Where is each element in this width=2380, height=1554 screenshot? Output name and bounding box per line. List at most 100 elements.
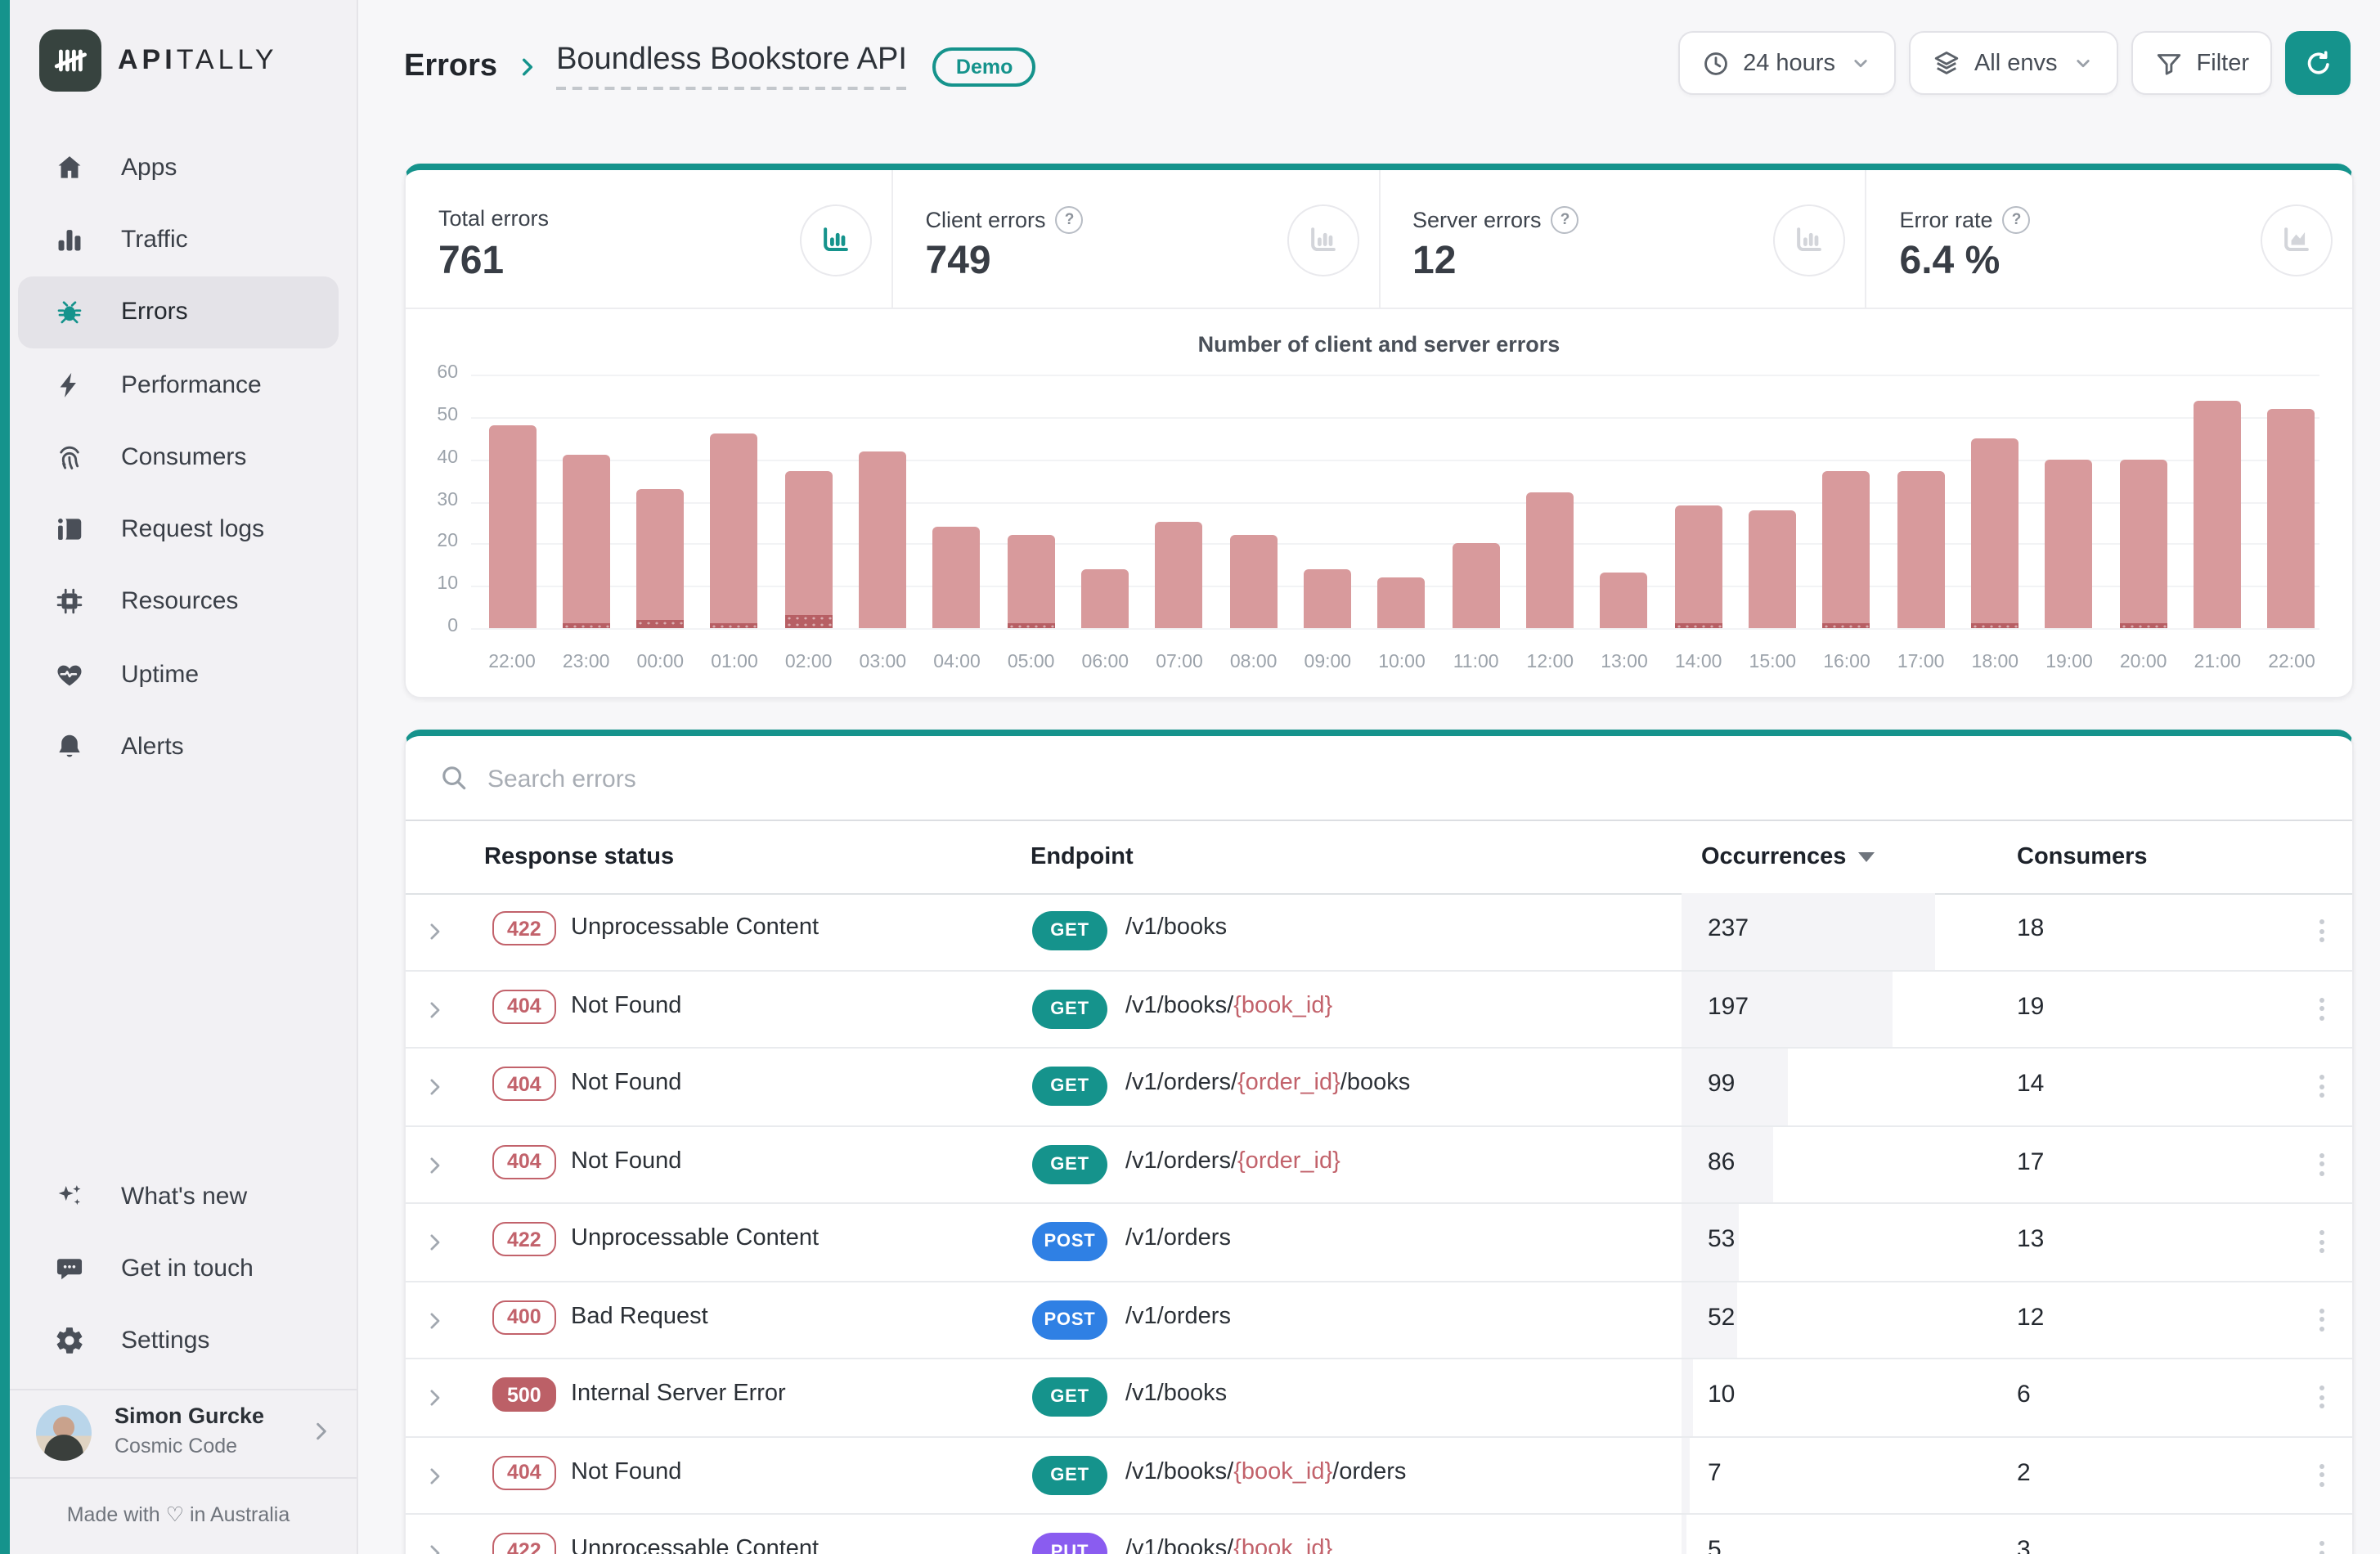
refresh-button[interactable]: [2285, 31, 2351, 95]
expand-chevron-icon[interactable]: [422, 1152, 447, 1177]
barchart-icon[interactable]: [1774, 204, 1846, 276]
sidebar-item-performance[interactable]: Performance: [18, 348, 339, 421]
x-axis-tick: 06:00: [1067, 653, 1143, 672]
server-errors-segment: [636, 620, 684, 628]
chart-bar-18:00: [1971, 438, 2019, 629]
x-axis-tick: 10:00: [1364, 653, 1439, 672]
row-menu-button[interactable]: [2310, 1225, 2333, 1258]
filter-button[interactable]: Filter: [2131, 31, 2272, 95]
fingerprint-icon: [54, 442, 85, 473]
column-header-endpoint[interactable]: Endpoint: [1031, 820, 1134, 893]
expand-chevron-icon[interactable]: [422, 1386, 447, 1410]
sidebar-item-traffic[interactable]: Traffic: [18, 204, 339, 276]
sidebar-item-label: Performance: [121, 371, 262, 398]
errors-overview-card: Total errors761Client errors?749Server e…: [404, 164, 2354, 698]
logo[interactable]: APITALLY: [39, 29, 278, 92]
areachart-icon[interactable]: [2261, 204, 2333, 276]
consumers-count: 13: [2017, 1225, 2044, 1253]
row-menu-button[interactable]: [2310, 1458, 2333, 1491]
sidebar-item-consumers[interactable]: Consumers: [18, 420, 339, 493]
chart-bar-22:00: [2268, 408, 2315, 628]
x-axis-tick: 04:00: [919, 653, 995, 672]
row-menu-button[interactable]: [2310, 1148, 2333, 1180]
sidebar-item-resources[interactable]: Resources: [18, 566, 339, 639]
x-axis-tick: 22:00: [474, 653, 550, 672]
breadcrumb-app-selector[interactable]: Boundless Bookstore API: [556, 43, 907, 90]
sidebar-item-uptime[interactable]: Uptime: [18, 638, 339, 711]
status-code-badge: 404: [492, 1455, 556, 1489]
expand-chevron-icon[interactable]: [422, 1541, 447, 1554]
chart-bar-19:00: [2045, 459, 2093, 628]
help-icon[interactable]: ?: [2003, 206, 2031, 234]
row-menu-button[interactable]: [2310, 914, 2333, 947]
gridline: [471, 628, 2319, 630]
barchart-icon[interactable]: [800, 204, 872, 276]
path-parameter: {book_id}: [1233, 1536, 1332, 1554]
table-row[interactable]: 422Unprocessable ContentGET/v1/books2371…: [406, 893, 2352, 971]
row-menu-button[interactable]: [2310, 1536, 2333, 1554]
expand-chevron-icon[interactable]: [422, 997, 447, 1022]
sidebar-item-request-logs[interactable]: Request logs: [18, 493, 339, 566]
y-axis-tick: 10: [406, 574, 458, 594]
client-errors-segment: [1304, 569, 1351, 628]
chart-bar-00:00: [636, 489, 684, 629]
row-menu-button[interactable]: [2310, 1303, 2333, 1336]
expand-chevron-icon[interactable]: [422, 919, 447, 944]
consumers-count: 14: [2017, 1070, 2044, 1098]
table-row[interactable]: 500Internal Server ErrorGET/v1/books106: [406, 1359, 2352, 1437]
expand-chevron-icon[interactable]: [422, 1230, 447, 1255]
column-header-response-status[interactable]: Response status: [484, 820, 674, 893]
barchart-icon[interactable]: [1287, 204, 1358, 276]
column-header-occurrences[interactable]: Occurrences: [1701, 820, 1874, 893]
time-range-dropdown[interactable]: 24 hours: [1677, 31, 1896, 95]
row-menu-button[interactable]: [2310, 1070, 2333, 1103]
table-row[interactable]: 404Not FoundGET/v1/books/{book_id}19719: [406, 971, 2352, 1049]
status-reason: Unprocessable Content: [571, 1225, 819, 1251]
endpoint-path: /v1/orders/{order_id}/books: [1125, 1070, 1410, 1096]
table-row[interactable]: 422Unprocessable ContentPOST/v1/orders53…: [406, 1204, 2352, 1282]
http-method-badge: GET: [1032, 1067, 1107, 1106]
expand-chevron-icon[interactable]: [422, 1308, 447, 1332]
chart-bar-12:00: [1526, 493, 1574, 628]
table-row[interactable]: 404Not FoundGET/v1/orders/{order_id}/boo…: [406, 1049, 2352, 1126]
stat-label: Error rate: [1900, 208, 1993, 232]
help-icon[interactable]: ?: [1551, 206, 1579, 234]
chart-bar-03:00: [859, 451, 906, 628]
expand-chevron-icon[interactable]: [422, 1075, 447, 1099]
table-row[interactable]: 404Not FoundGET/v1/books/{book_id}/order…: [406, 1437, 2352, 1515]
user-profile[interactable]: Simon Gurcke Cosmic Code: [10, 1390, 357, 1475]
x-axis-tick: 23:00: [549, 653, 624, 672]
env-filter-dropdown[interactable]: All envs: [1909, 31, 2118, 95]
bolt-icon: [54, 369, 85, 400]
chart-bar-21:00: [2194, 400, 2241, 628]
x-axis-tick: 08:00: [1216, 653, 1291, 672]
occurrences-count: 99: [1708, 1070, 1735, 1098]
chart-bar-01:00: [711, 433, 758, 628]
table-row[interactable]: 400Bad RequestPOST/v1/orders5212: [406, 1282, 2352, 1359]
sidebar-nav: AppsTrafficErrors Performance ConsumersReq…: [0, 131, 357, 783]
sidebar-item-alerts[interactable]: Alerts: [18, 711, 339, 784]
x-axis-tick: 07:00: [1142, 653, 1217, 672]
sidebar-item-settings[interactable]: Settings: [18, 1305, 339, 1377]
chevron-down-icon: [1848, 51, 1873, 75]
table-row[interactable]: 404Not FoundGET/v1/orders/{order_id}8617: [406, 1126, 2352, 1204]
search-input[interactable]: [484, 736, 2319, 823]
sidebar-item-what-s-new[interactable]: What's new: [18, 1160, 339, 1233]
chevron-down-icon: [2071, 51, 2095, 75]
endpoint-path: /v1/books: [1125, 914, 1227, 941]
row-menu-button[interactable]: [2310, 1381, 2333, 1413]
http-method-badge: GET: [1032, 1455, 1107, 1494]
help-icon[interactable]: ?: [1056, 206, 1084, 234]
path-parameter: {book_id}: [1233, 992, 1332, 1018]
sidebar-item-apps[interactable]: Apps: [18, 131, 339, 204]
status-code-badge: 404: [492, 1144, 556, 1179]
table-row[interactable]: 422Unprocessable ContentPUT/v1/books/{bo…: [406, 1515, 2352, 1554]
column-header-consumers[interactable]: Consumers: [2017, 820, 2148, 893]
sidebar-item-get-in-touch[interactable]: Get in touch: [18, 1233, 339, 1305]
expand-chevron-icon[interactable]: [422, 1463, 447, 1488]
sidebar-item-errors[interactable]: Errors: [18, 276, 339, 348]
path-parameter: {order_id}: [1237, 1148, 1340, 1174]
occurrences-count: 53: [1708, 1225, 1735, 1253]
client-errors-segment: [2045, 459, 2093, 628]
row-menu-button[interactable]: [2310, 992, 2333, 1025]
